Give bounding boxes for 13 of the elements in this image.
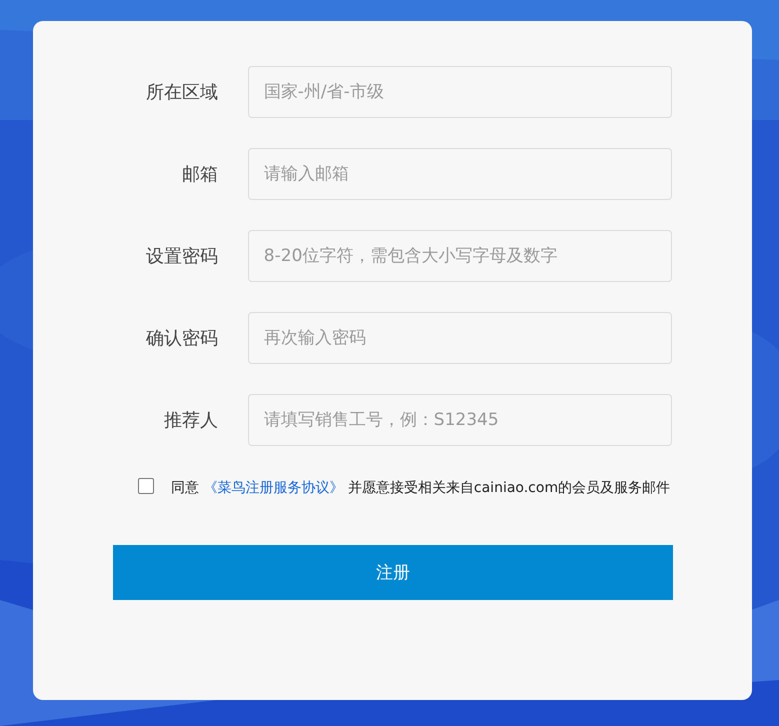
input-field[interactable]: 国家-州/省-市级 [248,66,672,118]
input-field[interactable]: 8-20位字符，需包含大小写字母及数字 [248,230,672,282]
field-label: 邮箱 [180,163,218,186]
field-label: 确认密码 [144,327,218,350]
agreement-link[interactable]: 《菜鸟注册服务协议》 [203,480,344,496]
field-label: 所在区域 [144,81,218,104]
field-label: 设置密码 [144,245,218,268]
register-button[interactable]: 注册 [113,545,673,600]
input-field[interactable]: 请填写销售工号，例：S12345 [248,394,672,446]
agreement-checkbox[interactable] [138,478,154,494]
input-field[interactable]: 请输入邮箱 [248,148,672,200]
field-label: 推荐人 [162,409,218,432]
input-field[interactable]: 再次输入密码 [248,312,672,364]
